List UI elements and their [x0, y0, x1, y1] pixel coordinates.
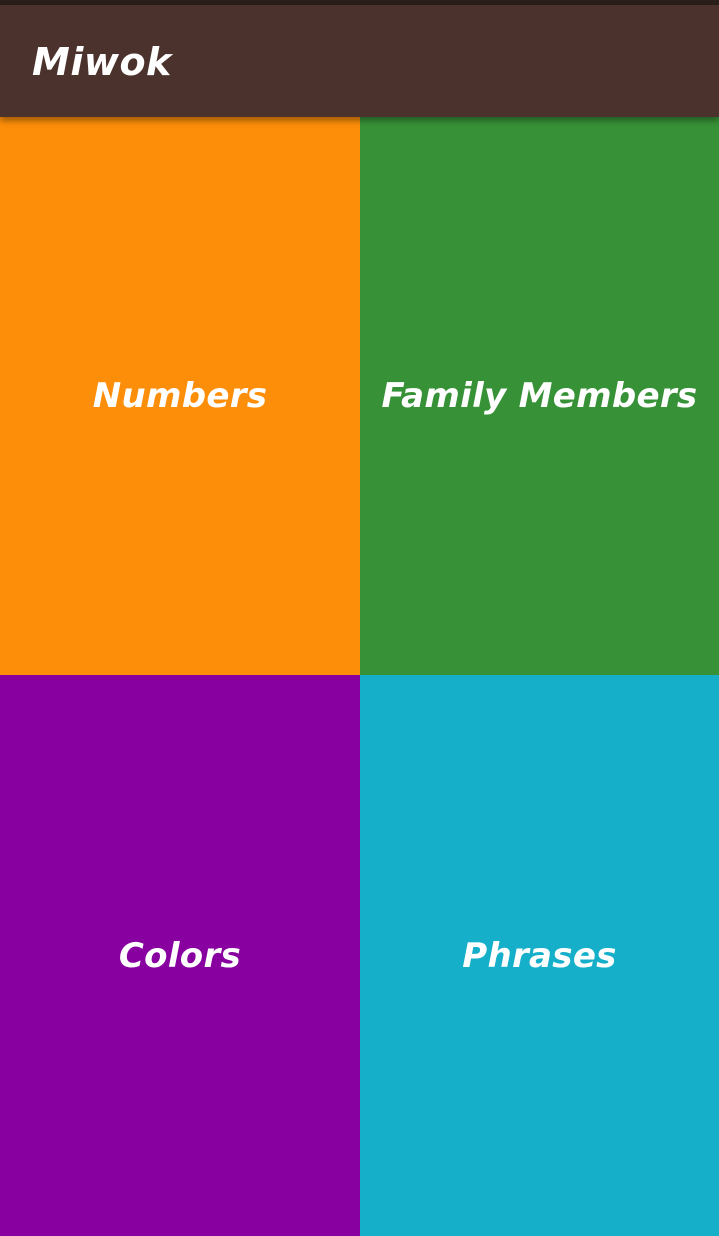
colors-category-label: Colors	[118, 935, 242, 976]
phrases-category-label: Phrases	[462, 935, 617, 976]
app-root: Miwok Numbers Family Members Colors Phra…	[0, 0, 719, 1236]
family-members-category-label: Family Members	[381, 376, 698, 416]
app-bar: Miwok	[0, 5, 719, 117]
phrases-category-tile[interactable]: Phrases	[360, 675, 719, 1236]
numbers-category-label: Numbers	[92, 376, 268, 416]
app-title: Miwok	[32, 40, 172, 84]
numbers-category-tile[interactable]: Numbers	[0, 117, 360, 675]
category-grid: Numbers Family Members Colors Phrases	[0, 117, 719, 1236]
family-members-category-tile[interactable]: Family Members	[360, 117, 719, 675]
colors-category-tile[interactable]: Colors	[0, 675, 360, 1236]
